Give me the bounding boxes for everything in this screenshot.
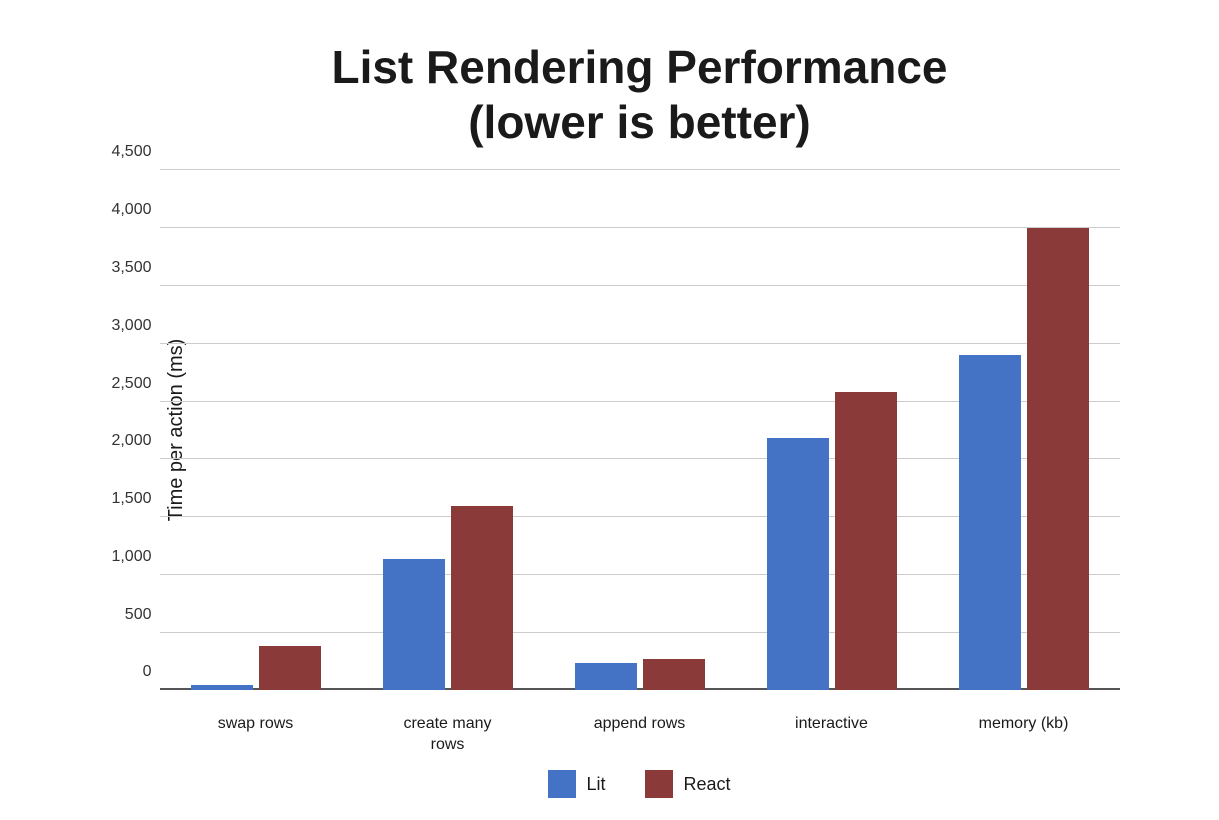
chart-area: Time per action (ms) 05001,0001,5002,000… bbox=[160, 170, 1120, 690]
y-tick-label: 3,000 bbox=[111, 317, 151, 335]
bar-react bbox=[835, 392, 897, 690]
bar-lit bbox=[191, 685, 253, 691]
bar-react bbox=[259, 646, 321, 690]
legend: Lit React bbox=[160, 770, 1120, 798]
chart-container: List Rendering Performance (lower is bet… bbox=[60, 20, 1160, 800]
y-tick-label: 1,000 bbox=[111, 548, 151, 566]
grid-and-bars: 05001,0001,5002,0002,5003,0003,5004,0004… bbox=[160, 170, 1120, 690]
bar-lit bbox=[575, 663, 637, 691]
y-tick-label: 2,500 bbox=[111, 375, 151, 393]
bar-lit bbox=[767, 438, 829, 690]
chart-title: List Rendering Performance (lower is bet… bbox=[160, 40, 1120, 150]
x-label: interactive bbox=[736, 714, 928, 756]
bar-lit bbox=[959, 355, 1021, 690]
bar-react bbox=[1027, 228, 1089, 690]
bar-group bbox=[767, 392, 897, 690]
y-tick-label: 0 bbox=[143, 663, 152, 681]
bar-group bbox=[383, 506, 513, 691]
bar-group bbox=[959, 228, 1089, 690]
y-tick-label: 500 bbox=[125, 606, 152, 624]
bar-group bbox=[575, 659, 705, 690]
legend-item-lit: Lit bbox=[548, 770, 605, 798]
x-label: append rows bbox=[544, 714, 736, 756]
y-tick-label: 2,000 bbox=[111, 432, 151, 450]
react-swatch bbox=[645, 770, 673, 798]
bar-react bbox=[451, 506, 513, 691]
y-tick-label: 3,500 bbox=[111, 259, 151, 277]
y-tick-label: 4,500 bbox=[111, 143, 151, 161]
lit-label: Lit bbox=[586, 774, 605, 795]
x-label: memory (kb) bbox=[928, 714, 1120, 756]
x-label: swap rows bbox=[160, 714, 352, 756]
bar-group bbox=[191, 646, 321, 690]
lit-swatch bbox=[548, 770, 576, 798]
y-tick-label: 1,500 bbox=[111, 490, 151, 508]
bar-react bbox=[643, 659, 705, 690]
legend-item-react: React bbox=[645, 770, 730, 798]
x-label: create manyrows bbox=[352, 714, 544, 756]
grid-line bbox=[160, 169, 1120, 170]
x-labels: swap rowscreate manyrowsappend rowsinter… bbox=[160, 714, 1120, 756]
y-tick-label: 4,000 bbox=[111, 201, 151, 219]
react-label: React bbox=[683, 774, 730, 795]
bar-lit bbox=[383, 559, 445, 691]
